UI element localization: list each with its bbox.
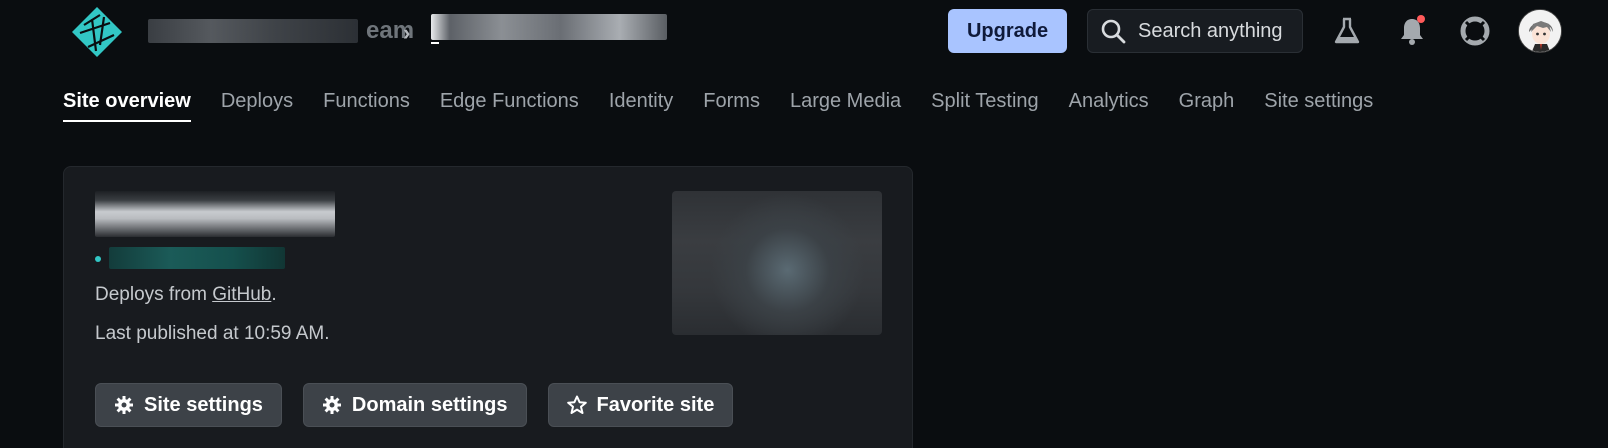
- github-link[interactable]: GitHub: [212, 284, 271, 305]
- team-breadcrumb[interactable]: eam: [148, 15, 414, 47]
- favorite-site-button[interactable]: Favorite site: [547, 383, 734, 427]
- netlify-logo-icon[interactable]: [70, 5, 124, 59]
- site-settings-button[interactable]: Site settings: [95, 383, 282, 427]
- favorite-site-label: Favorite site: [596, 393, 715, 416]
- deploys-suffix: .: [271, 284, 277, 305]
- notifications-bell-icon[interactable]: [1395, 14, 1429, 48]
- tab-graph[interactable]: Graph: [1179, 88, 1235, 118]
- team-name-redacted: [148, 19, 358, 43]
- gear-icon: [115, 396, 133, 414]
- tab-site-overview[interactable]: Site overview: [63, 88, 191, 122]
- site-url-redacted[interactable]: [109, 247, 285, 269]
- site-name-redacted: [431, 14, 667, 40]
- deploys-prefix: Deploys from: [95, 284, 213, 305]
- tab-split-testing[interactable]: Split Testing: [931, 88, 1038, 118]
- top-header: eam › Upgrade Search anything: [0, 0, 1608, 66]
- notification-dot: [1417, 15, 1425, 23]
- site-url-status-dot: [95, 256, 101, 262]
- tab-deploys[interactable]: Deploys: [221, 88, 293, 118]
- search-label: Search anything: [1138, 19, 1283, 42]
- tab-large-media[interactable]: Large Media: [790, 88, 901, 118]
- tab-analytics[interactable]: Analytics: [1069, 88, 1149, 118]
- tab-functions[interactable]: Functions: [323, 88, 410, 118]
- upgrade-button[interactable]: Upgrade: [948, 9, 1067, 53]
- tab-edge-functions[interactable]: Edge Functions: [440, 88, 579, 118]
- help-lifebuoy-icon[interactable]: [1458, 14, 1492, 48]
- site-preview-thumbnail[interactable]: [672, 191, 882, 335]
- star-icon: [566, 395, 587, 414]
- tab-identity[interactable]: Identity: [609, 88, 673, 118]
- card-actions: Site settings Domain settings Favorite s…: [95, 383, 754, 427]
- site-title-redacted: [95, 191, 335, 237]
- gear-icon: [322, 396, 341, 414]
- site-nav-tabs: Site overview Deploys Functions Edge Fun…: [63, 88, 1403, 122]
- site-overview-card: Deploys from GitHub. Last published at 1…: [63, 166, 913, 448]
- last-published-text: Last published at 10:59 AM.: [95, 323, 330, 344]
- site-breadcrumb-underline: [431, 42, 439, 44]
- user-avatar[interactable]: [1518, 9, 1562, 53]
- search-icon: [1101, 19, 1126, 44]
- domain-settings-button[interactable]: Domain settings: [302, 383, 527, 427]
- labs-flask-icon[interactable]: [1330, 14, 1364, 48]
- domain-settings-label: Domain settings: [351, 393, 508, 416]
- tab-site-settings[interactable]: Site settings: [1264, 88, 1373, 118]
- site-settings-label: Site settings: [144, 393, 263, 416]
- deploy-source-text: Deploys from GitHub.: [95, 283, 277, 307]
- breadcrumb-separator: ›: [403, 20, 411, 45]
- search-button[interactable]: Search anything: [1087, 9, 1303, 53]
- tab-forms[interactable]: Forms: [703, 88, 760, 118]
- site-breadcrumb[interactable]: [431, 14, 667, 44]
